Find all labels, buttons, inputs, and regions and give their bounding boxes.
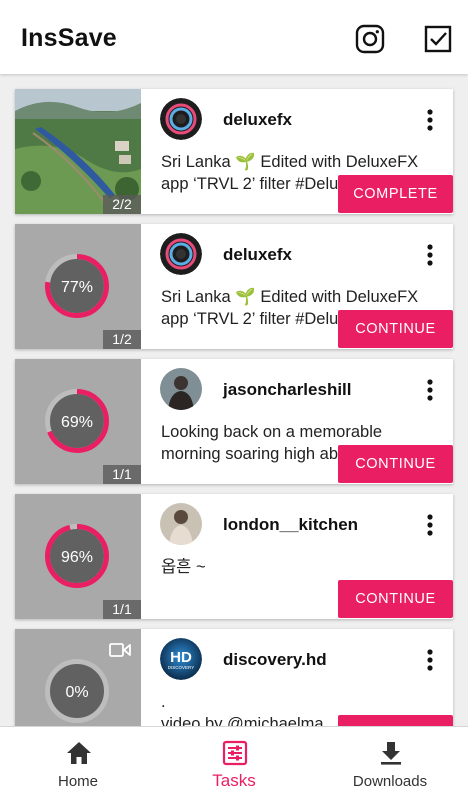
more-options-icon[interactable]	[423, 648, 437, 672]
progress-ring: 0%	[45, 659, 109, 723]
progress-label: 96%	[61, 549, 93, 566]
username[interactable]: london__kitchen	[223, 515, 358, 535]
app-bar: InsSave	[0, 0, 468, 74]
task-list[interactable]: 2/2 deluxefx Sri Lanka 🌱 Edited with Del…	[0, 74, 468, 726]
complete-button[interactable]: COMPLETE	[338, 175, 453, 213]
post-thumbnail[interactable]: 96% 1/1	[15, 494, 141, 619]
post-caption: 옵흔 ~	[161, 558, 206, 576]
post-thumbnail[interactable]: 77% 1/2	[15, 224, 141, 349]
video-camera-icon	[109, 643, 131, 657]
instagram-icon[interactable]	[355, 24, 385, 54]
username[interactable]: deluxefx	[223, 245, 292, 265]
more-options-icon[interactable]	[423, 378, 437, 402]
app-title: InsSave	[21, 24, 117, 52]
more-options-icon[interactable]	[423, 108, 437, 132]
progress-label: 77%	[61, 279, 93, 296]
download-icon	[381, 742, 401, 765]
continue-button[interactable]: CONTINUE	[338, 310, 453, 348]
nav-downloads-label: Downloads	[352, 773, 428, 790]
avatar	[160, 368, 202, 410]
avatar	[160, 98, 202, 140]
avatar	[160, 503, 202, 545]
task-card[interactable]: 2/2 deluxefx Sri Lanka 🌱 Edited with Del…	[15, 89, 453, 214]
nav-home[interactable]: Home	[0, 727, 156, 801]
avatar	[160, 233, 202, 275]
progress-ring: 96%	[45, 524, 109, 588]
task-card[interactable]: 69% 1/1 jasoncharleshill Looking back on…	[15, 359, 453, 484]
hd-logo-text: HD	[170, 649, 192, 666]
media-count-badge: 2/2	[103, 195, 141, 214]
more-options-icon[interactable]	[423, 513, 437, 537]
continue-button[interactable]: CONTINUE	[338, 445, 453, 483]
home-icon	[67, 742, 91, 764]
nav-home-label: Home	[57, 773, 98, 790]
nav-downloads[interactable]: Downloads	[312, 727, 468, 801]
progress-label: 69%	[61, 414, 93, 431]
more-options-icon[interactable]	[423, 243, 437, 267]
task-card[interactable]: 0% HD DISCOVERY discovery.hd . video by …	[15, 629, 453, 726]
username[interactable]: jasoncharleshill	[223, 380, 352, 400]
bottom-navigation: Home Tasks Downloads	[0, 726, 468, 801]
nav-tasks-label: Tasks	[212, 771, 256, 790]
media-count-badge: 1/2	[103, 330, 141, 349]
user-photo-icon	[160, 368, 202, 410]
username[interactable]: deluxefx	[223, 110, 292, 130]
continue-button[interactable]: CONTINUE	[338, 580, 453, 618]
progress-ring: 69%	[45, 389, 109, 453]
discovery-hd-logo-icon: HD DISCOVERY	[160, 638, 202, 680]
progress-label: 0%	[65, 684, 88, 701]
nav-tasks[interactable]: Tasks	[156, 727, 312, 801]
deluxefx-logo-icon	[160, 233, 202, 275]
media-count-badge: 1/1	[103, 465, 141, 484]
deluxefx-logo-icon	[160, 98, 202, 140]
discovery-logo-text: DISCOVERY	[168, 665, 194, 670]
media-count-badge: 1/1	[103, 600, 141, 619]
avatar: HD DISCOVERY	[160, 638, 202, 680]
checkbox-icon[interactable]	[423, 24, 453, 54]
user-photo-icon	[160, 503, 202, 545]
post-thumbnail[interactable]: 2/2	[15, 89, 141, 214]
post-thumbnail[interactable]: 0%	[15, 629, 141, 726]
username[interactable]: discovery.hd	[223, 650, 327, 670]
post-thumbnail[interactable]: 69% 1/1	[15, 359, 141, 484]
progress-ring: 77%	[45, 254, 109, 318]
task-card[interactable]: 77% 1/2 deluxefx Sri Lanka 🌱 Edited with…	[15, 224, 453, 349]
action-button[interactable]	[338, 715, 453, 726]
tasks-icon	[222, 740, 248, 766]
task-card[interactable]: 96% 1/1 london__kitchen 옵흔 ~ CONTINUE	[15, 494, 453, 619]
